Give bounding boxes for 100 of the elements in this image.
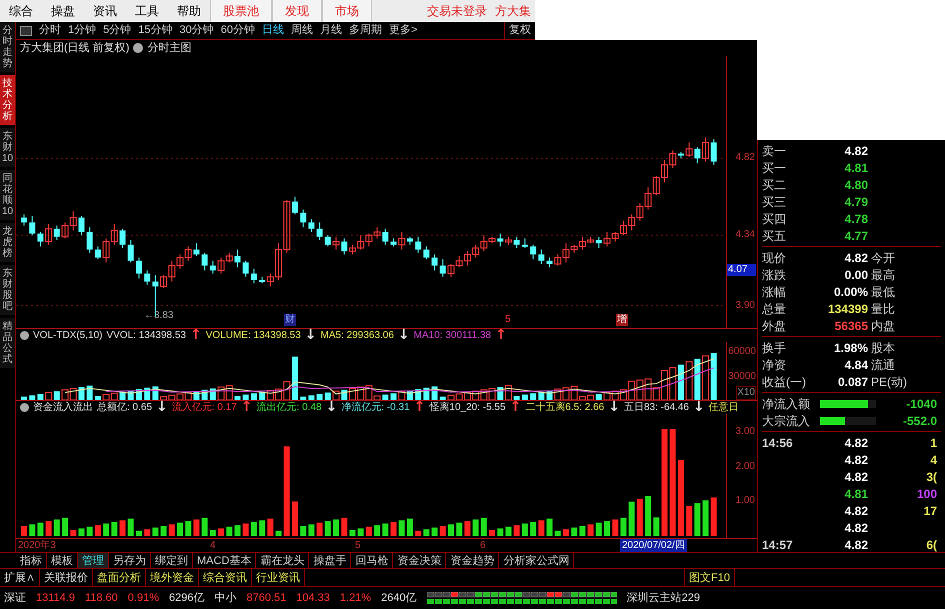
price-axis-label: 3.90 — [736, 300, 755, 312]
period-tab[interactable]: 30分钟 — [180, 22, 214, 39]
status-value: 8760.51 — [246, 590, 286, 606]
indicator-tab[interactable]: 指标 — [16, 553, 47, 568]
tick-volume: 3( — [926, 468, 938, 486]
fund-axis-label: 2.00 — [736, 461, 755, 473]
indicator-tab[interactable]: 管理 — [78, 553, 109, 568]
candlestick — [316, 222, 323, 240]
date-axis-label: 2020/07/02/四 — [620, 539, 687, 552]
side-tab[interactable]: 技术分析 — [0, 75, 15, 125]
period-tab[interactable]: 分时 — [39, 22, 61, 39]
indicator-tab[interactable]: 绑定到 — [151, 553, 193, 568]
indicator-legend: 流入亿元: 0.17 — [172, 400, 237, 415]
indicator-tab[interactable]: 资金决策 — [393, 553, 446, 568]
quote-label: 买五 — [762, 228, 787, 244]
menu-item[interactable]: 股票池 — [210, 0, 272, 22]
side-tab[interactable]: 同花顺10 — [0, 170, 15, 220]
date-axis-label: 6 — [480, 539, 486, 552]
indicator-tab[interactable]: 操盘手 — [309, 553, 352, 568]
indicator-legend: VOLUME: 134398.53 — [206, 328, 301, 343]
trend-arrow: ↓ — [326, 401, 338, 414]
menu-item[interactable]: 综合 — [0, 0, 42, 22]
period-tab[interactable]: 15分钟 — [138, 22, 172, 39]
period-tab[interactable]: 周线 — [291, 22, 313, 39]
volume-axis-label: X10 — [736, 386, 756, 400]
layout-icon[interactable] — [20, 26, 32, 36]
cursor-price-label: 4.07 — [727, 264, 756, 276]
fund-axis-label: 1.00 — [736, 495, 755, 507]
quote-value: 56365 — [834, 318, 868, 334]
status-value: 深证 — [4, 590, 26, 606]
period-tab[interactable]: 日线 — [262, 22, 284, 39]
period-tab[interactable]: 多周期 — [349, 22, 382, 39]
trend-arrow: ↑ — [495, 329, 507, 342]
indicator-legend: MA10: 300111.38 — [414, 328, 492, 343]
menu-item[interactable]: 资讯 — [84, 0, 126, 22]
quote-price: 4.78 — [844, 210, 868, 228]
candlestick — [94, 246, 101, 260]
menu-item[interactable]: 工具 — [126, 0, 168, 22]
menu-item[interactable]: 市场 — [322, 0, 372, 22]
candlestick — [250, 268, 257, 284]
quote-label: 买四 — [762, 210, 787, 228]
info-tab[interactable]: 扩展∧ — [0, 569, 39, 586]
candlestick — [128, 240, 134, 263]
indicator-tab[interactable]: 分析家公式网 — [499, 553, 574, 568]
side-tab[interactable]: 精品公式 — [0, 318, 15, 368]
adjust-button[interactable]: 复权 — [504, 22, 531, 39]
indicator-tab[interactable]: MACD基本 — [193, 553, 256, 568]
quote-label: 内盘 — [870, 318, 895, 334]
indicator-legend: 任意日 — [708, 400, 739, 415]
candlestick — [242, 260, 249, 278]
side-tab[interactable]: 分时走势 — [0, 22, 15, 72]
event-marker[interactable]: 5 — [504, 314, 512, 326]
event-marker[interactable]: 增 — [616, 314, 628, 326]
chart-mode-label[interactable]: 分时主图 — [147, 40, 192, 56]
info-tab[interactable]: 盘面分析 — [93, 569, 145, 586]
side-tab[interactable]: 龙虎榜 — [0, 223, 15, 262]
period-tab[interactable]: 5分钟 — [103, 22, 132, 39]
info-tab[interactable]: 境外资金 — [146, 569, 198, 586]
status-value: 0.91% — [128, 590, 159, 606]
candlestick — [210, 260, 216, 274]
tick-volume: 17 — [924, 502, 938, 520]
info-tab[interactable]: 关联报价 — [40, 569, 92, 586]
candlestick — [505, 236, 512, 246]
dropdown-icon[interactable] — [133, 43, 144, 53]
indicator-legend: 怪离10_20: -5.55 — [429, 400, 506, 415]
info-tab[interactable]: 行业资讯 — [252, 569, 304, 586]
candlestick — [432, 254, 438, 271]
dropdown-icon[interactable] — [20, 331, 29, 340]
period-tab[interactable]: 1分钟 — [68, 22, 96, 39]
low-price-label: ←3.83 — [144, 309, 174, 323]
period-tab[interactable]: 60分钟 — [220, 22, 255, 39]
price-axis-label: 4.34 — [736, 229, 755, 242]
period-tab[interactable]: 月线 — [320, 22, 342, 39]
menu-item[interactable]: 发现 — [272, 0, 322, 22]
event-marker[interactable]: 财 — [284, 314, 296, 326]
indicator-tab[interactable]: 回马枪 — [351, 553, 394, 568]
quote-label: 最高 — [870, 266, 895, 284]
trend-arrow: ↓ — [398, 329, 410, 342]
quote-label: 买一 — [762, 160, 787, 176]
indicator-tab[interactable]: 霸在龙头 — [256, 553, 310, 568]
quote-label: 现价 — [762, 250, 787, 266]
indicator-tab[interactable]: 另存为 — [109, 553, 151, 568]
candlestick — [144, 270, 150, 286]
candlestick — [234, 249, 240, 268]
candlestick — [440, 258, 446, 278]
status-value: 104.33 — [296, 590, 330, 606]
quote-label: PE(动) — [870, 374, 907, 390]
side-tab[interactable]: 东财股吧 — [0, 265, 15, 315]
side-tab[interactable]: 东财10 — [0, 128, 15, 167]
quote-label: 量比 — [870, 300, 895, 318]
indicator-tab[interactable]: 资金趋势 — [446, 553, 500, 568]
menu-item[interactable]: 帮助 — [168, 0, 210, 22]
status-value: 13114.9 — [36, 590, 75, 606]
dropdown-icon[interactable] — [20, 403, 29, 412]
info-tab[interactable]: 综合资讯 — [199, 569, 251, 586]
indicator-legend: 总额亿: 0.65 — [97, 400, 152, 415]
menu-item[interactable]: 操盘 — [42, 0, 84, 22]
period-tab[interactable]: 更多> — [389, 22, 418, 39]
tick-volume: 100 — [916, 486, 938, 502]
quote-label: 最低 — [870, 284, 895, 300]
